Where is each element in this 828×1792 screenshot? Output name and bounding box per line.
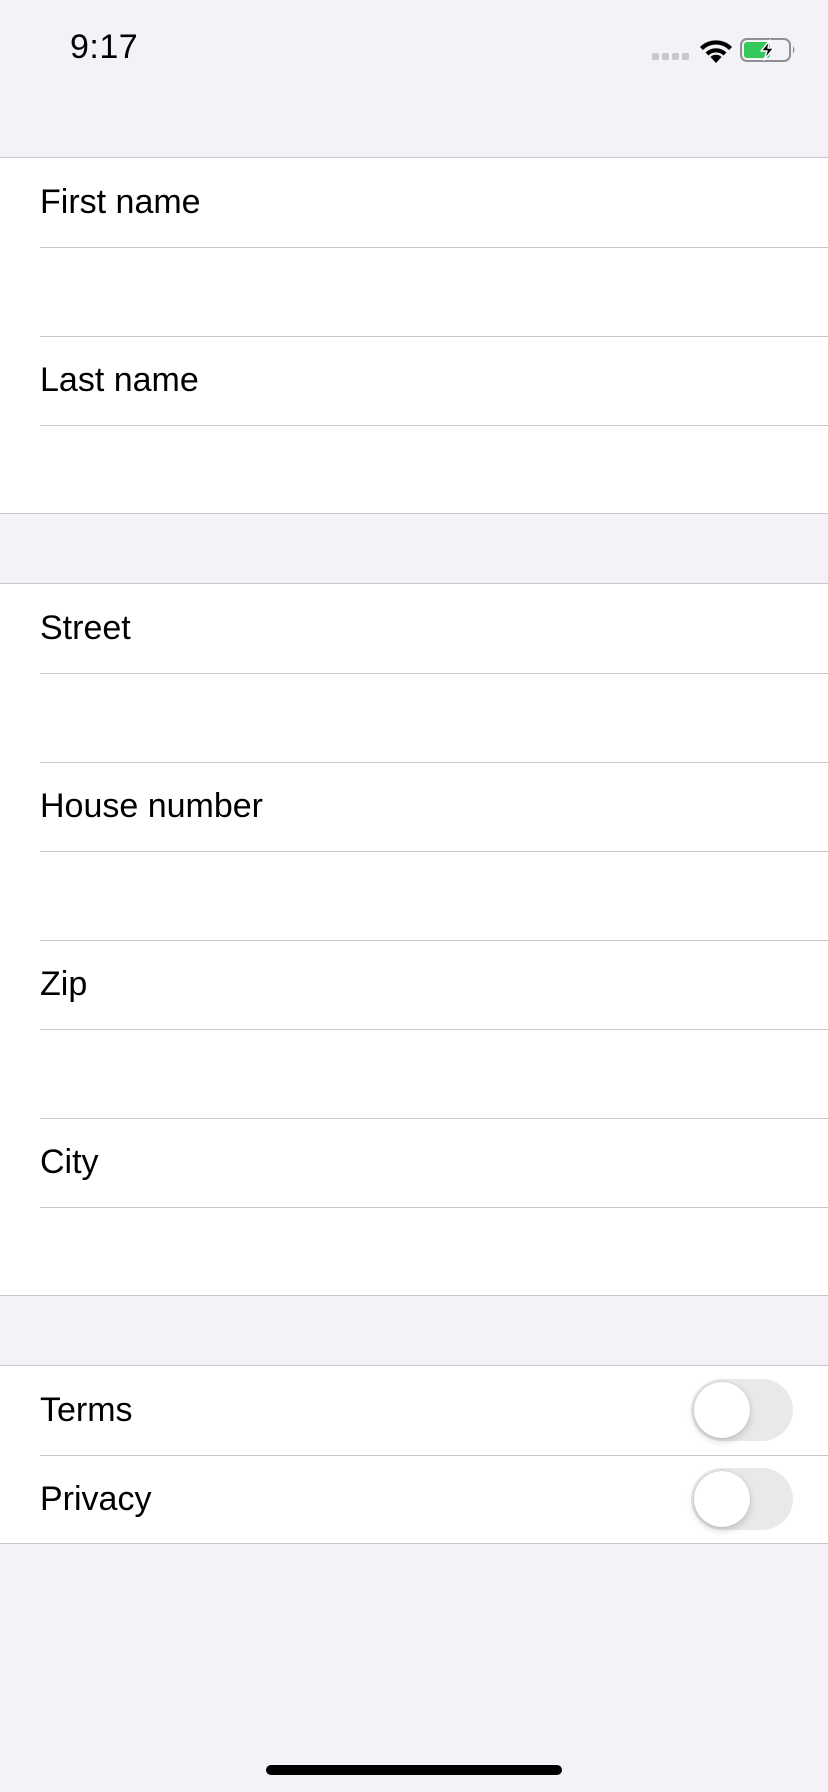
- terms-toggle[interactable]: [691, 1379, 793, 1441]
- privacy-toggle[interactable]: [691, 1468, 793, 1530]
- privacy-row: Privacy: [0, 1455, 828, 1544]
- status-time: 9:17: [70, 28, 139, 66]
- first-name-label-row: First name: [0, 158, 828, 247]
- zip-input-row[interactable]: [0, 1029, 828, 1118]
- terms-label: Terms: [40, 1391, 133, 1429]
- city-label-row: City: [0, 1118, 828, 1207]
- last-name-label: Last name: [40, 361, 199, 399]
- first-name-label: First name: [40, 183, 201, 221]
- zip-label-row: Zip: [0, 940, 828, 1029]
- street-field[interactable]: [40, 673, 808, 761]
- home-indicator[interactable]: [266, 1765, 562, 1775]
- city-input-row[interactable]: [0, 1207, 828, 1296]
- address-section: Street House number Zip City: [0, 583, 828, 1296]
- terms-row: Terms: [0, 1366, 828, 1455]
- last-name-label-row: Last name: [0, 336, 828, 425]
- name-section: First name Last name: [0, 157, 828, 514]
- house-number-field[interactable]: [40, 851, 808, 939]
- street-label-row: Street: [0, 584, 828, 673]
- zip-field[interactable]: [40, 1029, 808, 1117]
- last-name-input-row[interactable]: [0, 425, 828, 514]
- house-number-label: House number: [40, 787, 264, 825]
- last-name-field[interactable]: [40, 425, 808, 513]
- street-input-row[interactable]: [0, 673, 828, 762]
- city-field[interactable]: [40, 1207, 808, 1295]
- wifi-icon: [700, 40, 732, 63]
- status-bar: 9:17: [0, 0, 828, 100]
- city-label: City: [40, 1143, 99, 1181]
- privacy-label: Privacy: [40, 1480, 152, 1518]
- first-name-input-row[interactable]: [0, 247, 828, 336]
- battery-charging-icon: [740, 38, 795, 62]
- street-label: Street: [40, 609, 131, 647]
- house-number-input-row[interactable]: [0, 851, 828, 940]
- privacy-toggle-knob: [694, 1471, 750, 1527]
- terms-toggle-knob: [694, 1382, 750, 1438]
- zip-label: Zip: [40, 965, 88, 1003]
- house-number-label-row: House number: [0, 762, 828, 851]
- consent-section: Terms Privacy: [0, 1365, 828, 1544]
- first-name-field[interactable]: [40, 247, 808, 335]
- signal-dots-icon: [652, 53, 689, 60]
